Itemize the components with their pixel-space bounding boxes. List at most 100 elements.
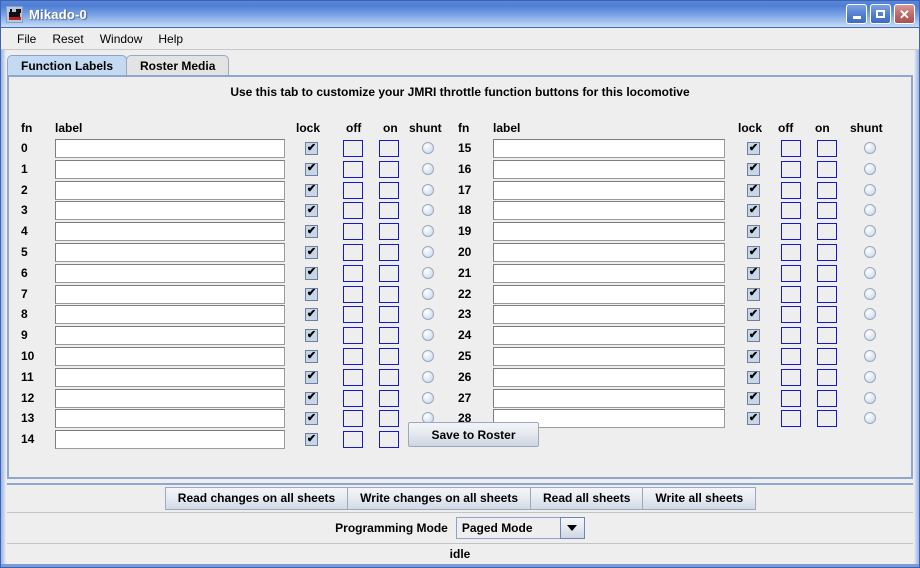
function-on-field[interactable]: [817, 348, 837, 365]
function-on-field[interactable]: [817, 264, 837, 282]
function-lock-checkbox[interactable]: ✔: [747, 266, 760, 280]
check-icon: ✔: [748, 183, 759, 196]
function-shunt-radio[interactable]: [864, 287, 876, 300]
function-off-field[interactable]: [781, 223, 801, 241]
function-label-input[interactable]: [493, 201, 725, 221]
function-lock-checkbox[interactable]: ✔: [747, 350, 760, 363]
function-on-field[interactable]: [817, 306, 837, 324]
header-on-left: on: [383, 121, 398, 135]
function-on-field[interactable]: [817, 223, 837, 241]
minimize-icon[interactable]: [846, 4, 867, 24]
function-label-input[interactable]: [493, 180, 725, 200]
function-on-field[interactable]: [817, 181, 837, 199]
function-shunt-radio[interactable]: [864, 308, 876, 321]
function-on-field[interactable]: [817, 389, 837, 407]
function-shunt-radio[interactable]: [864, 204, 876, 217]
write-all-sheets-button[interactable]: Write all sheets: [642, 486, 757, 510]
function-lock-checkbox[interactable]: ✔: [747, 391, 760, 405]
function-lock-checkbox[interactable]: ✔: [747, 225, 760, 239]
function-off-field[interactable]: [781, 140, 801, 157]
function-on-field[interactable]: [817, 140, 837, 157]
function-on-field[interactable]: [379, 431, 399, 449]
read-changes-all-sheets-button[interactable]: Read changes on all sheets: [164, 486, 349, 510]
function-on-field[interactable]: [817, 285, 837, 303]
function-off-field[interactable]: [781, 368, 801, 386]
function-off-field[interactable]: [781, 285, 801, 303]
function-on-field[interactable]: [817, 160, 837, 178]
menu-item-window[interactable]: Window: [92, 30, 151, 48]
function-label-input[interactable]: [493, 222, 725, 242]
function-on-field[interactable]: [817, 368, 837, 386]
title-bar[interactable]: Mikado-0 ✕: [1, 1, 919, 28]
function-lock-checkbox[interactable]: ✔: [747, 329, 760, 343]
status-bar: idle: [7, 543, 913, 563]
function-lock-checkbox[interactable]: ✔: [747, 246, 760, 259]
function-label-input[interactable]: [493, 243, 725, 262]
function-lock-checkbox[interactable]: ✔: [747, 287, 760, 301]
function-on-field[interactable]: [817, 327, 837, 345]
function-off-field[interactable]: [781, 306, 801, 324]
tab-function-labels[interactable]: Function Labels: [7, 55, 128, 76]
function-label-input[interactable]: [493, 263, 725, 283]
function-number: 20: [458, 245, 472, 259]
write-changes-all-sheets-button[interactable]: Write changes on all sheets: [347, 486, 531, 510]
header-off-right: off: [778, 121, 794, 135]
function-off-field[interactable]: [343, 431, 363, 449]
function-label-input[interactable]: [493, 139, 725, 158]
function-shunt-radio[interactable]: [864, 412, 876, 425]
chevron-down-icon[interactable]: [559, 517, 585, 539]
function-shunt-radio[interactable]: [864, 370, 876, 383]
function-lock-checkbox[interactable]: ✔: [305, 433, 318, 447]
function-label-input[interactable]: [493, 305, 725, 325]
programming-mode-value[interactable]: Paged Mode: [455, 517, 560, 539]
function-label-input[interactable]: [493, 159, 725, 179]
save-to-roster-button[interactable]: Save to Roster: [408, 422, 539, 447]
function-shunt-radio[interactable]: [864, 350, 876, 362]
function-shunt-radio[interactable]: [864, 225, 876, 238]
function-lock-checkbox[interactable]: ✔: [747, 142, 760, 155]
function-lock-checkbox[interactable]: ✔: [747, 162, 760, 176]
menu-item-reset[interactable]: Reset: [44, 30, 91, 48]
function-lock-checkbox[interactable]: ✔: [747, 204, 760, 218]
function-label-input[interactable]: [493, 284, 725, 304]
function-shunt-radio[interactable]: [864, 266, 876, 279]
function-labels-panel: Use this tab to customize your JMRI thro…: [7, 75, 913, 479]
function-shunt-radio[interactable]: [864, 183, 876, 196]
function-shunt-radio[interactable]: [864, 142, 876, 154]
function-on-field[interactable]: [817, 202, 837, 220]
function-off-field[interactable]: [781, 181, 801, 199]
function-lock-checkbox[interactable]: ✔: [747, 183, 760, 197]
menu-item-help[interactable]: Help: [150, 30, 191, 48]
maximize-icon[interactable]: [870, 4, 891, 24]
function-on-field[interactable]: [817, 244, 837, 261]
function-label-input[interactable]: [493, 347, 725, 366]
function-shunt-radio[interactable]: [864, 391, 876, 404]
function-lock-checkbox[interactable]: ✔: [747, 370, 760, 384]
function-off-field[interactable]: [781, 410, 801, 428]
function-off-field[interactable]: [781, 327, 801, 345]
function-off-field[interactable]: [781, 348, 801, 365]
function-label-input[interactable]: [493, 367, 725, 387]
function-number: 18: [458, 203, 472, 218]
function-shunt-radio[interactable]: [864, 246, 876, 258]
function-off-field[interactable]: [781, 160, 801, 178]
menu-item-file[interactable]: File: [9, 30, 44, 48]
function-label-input[interactable]: [493, 388, 725, 408]
read-all-sheets-button[interactable]: Read all sheets: [530, 486, 644, 510]
function-number: 24: [458, 328, 472, 343]
function-label-input[interactable]: [493, 326, 725, 346]
function-off-field[interactable]: [781, 389, 801, 407]
function-on-field[interactable]: [817, 410, 837, 428]
close-icon[interactable]: ✕: [894, 4, 915, 24]
function-shunt-radio[interactable]: [864, 162, 876, 175]
function-off-field[interactable]: [781, 264, 801, 282]
function-row: 18 ✔: [9, 201, 909, 221]
programming-mode-select[interactable]: Paged Mode: [455, 517, 585, 539]
function-off-field[interactable]: [781, 202, 801, 220]
function-off-field[interactable]: [781, 244, 801, 261]
function-shunt-radio[interactable]: [864, 329, 876, 342]
function-label-input[interactable]: [55, 430, 285, 450]
tab-roster-media[interactable]: Roster Media: [126, 55, 230, 76]
function-lock-checkbox[interactable]: ✔: [747, 412, 760, 426]
function-lock-checkbox[interactable]: ✔: [747, 308, 760, 322]
